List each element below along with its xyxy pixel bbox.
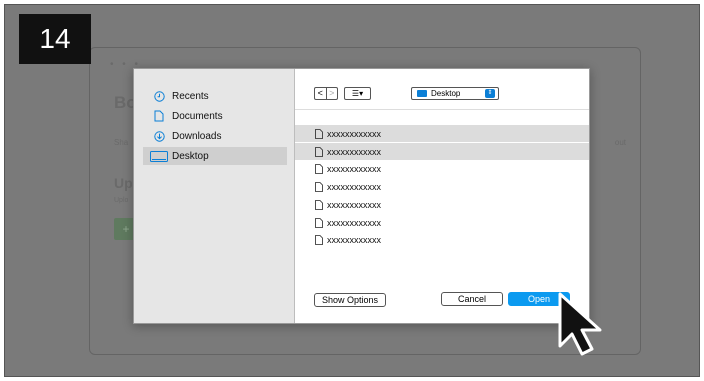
background-subtext: Uplo [114, 197, 129, 204]
document-icon [149, 110, 169, 122]
location-label: Desktop [431, 89, 461, 98]
location-dropdown[interactable]: Desktop ⇕ [411, 87, 499, 100]
sidebar-item-label: Desktop [172, 150, 209, 162]
file-name: xxxxxxxxxxxx [327, 146, 381, 157]
file-open-dialog: Recents Documents Downloads Desktop < > [133, 68, 590, 324]
file-row[interactable]: xxxxxxxxxxxx [295, 143, 589, 160]
dialog-toolbar: < > ☰▾ Desktop ⇕ [295, 69, 589, 110]
background-text-right: out [614, 138, 626, 147]
sidebar-item-label: Recents [172, 90, 209, 102]
sidebar-item-documents[interactable]: Documents [143, 107, 287, 125]
forward-button[interactable]: > [325, 88, 338, 99]
show-options-button[interactable]: Show Options [314, 293, 386, 307]
chevron-updown-icon: ⇕ [485, 89, 495, 98]
download-icon [149, 130, 169, 142]
clock-icon [149, 90, 169, 102]
file-icon [315, 199, 323, 210]
dialog-sidebar: Recents Documents Downloads Desktop [134, 69, 295, 323]
back-button[interactable]: < [315, 88, 326, 99]
folder-icon [417, 90, 427, 97]
sidebar-item-recents[interactable]: Recents [143, 87, 287, 105]
file-row[interactable]: xxxxxxxxxxxx [295, 231, 589, 248]
file-name: xxxxxxxxxxxx [327, 128, 381, 139]
file-row[interactable]: xxxxxxxxxxxx [295, 160, 589, 177]
file-icon [315, 128, 323, 139]
file-name: xxxxxxxxxxxx [327, 181, 381, 192]
desktop-icon [149, 150, 169, 162]
file-browser: < > ☰▾ Desktop ⇕ xxxxxxxxxxxx xxxxxxxxxx… [295, 69, 589, 323]
file-name: xxxxxxxxxxxx [327, 234, 381, 245]
sidebar-item-label: Documents [172, 110, 223, 122]
mouse-pointer-icon [558, 292, 602, 356]
file-row[interactable]: xxxxxxxxxxxx [295, 178, 589, 195]
file-name: xxxxxxxxxxxx [327, 217, 381, 228]
file-icon [315, 217, 323, 228]
navigation-buttons: < > [314, 87, 338, 100]
sidebar-item-label: Downloads [172, 130, 222, 142]
step-number-badge: 14 [19, 14, 91, 64]
file-icon [315, 163, 323, 174]
file-name: xxxxxxxxxxxx [327, 199, 381, 210]
file-icon [315, 146, 323, 157]
view-options-button[interactable]: ☰▾ [344, 87, 371, 100]
file-row[interactable]: xxxxxxxxxxxx [295, 214, 589, 231]
file-name: xxxxxxxxxxxx [327, 163, 381, 174]
file-icon [315, 234, 323, 245]
file-row[interactable]: xxxxxxxxxxxx [295, 125, 589, 142]
cancel-button[interactable]: Cancel [441, 292, 503, 306]
file-icon [315, 181, 323, 192]
background-text-left: Sha [114, 138, 129, 147]
file-row[interactable]: xxxxxxxxxxxx [295, 196, 589, 213]
sidebar-item-desktop[interactable]: Desktop [143, 147, 287, 165]
sidebar-item-downloads[interactable]: Downloads [143, 127, 287, 145]
